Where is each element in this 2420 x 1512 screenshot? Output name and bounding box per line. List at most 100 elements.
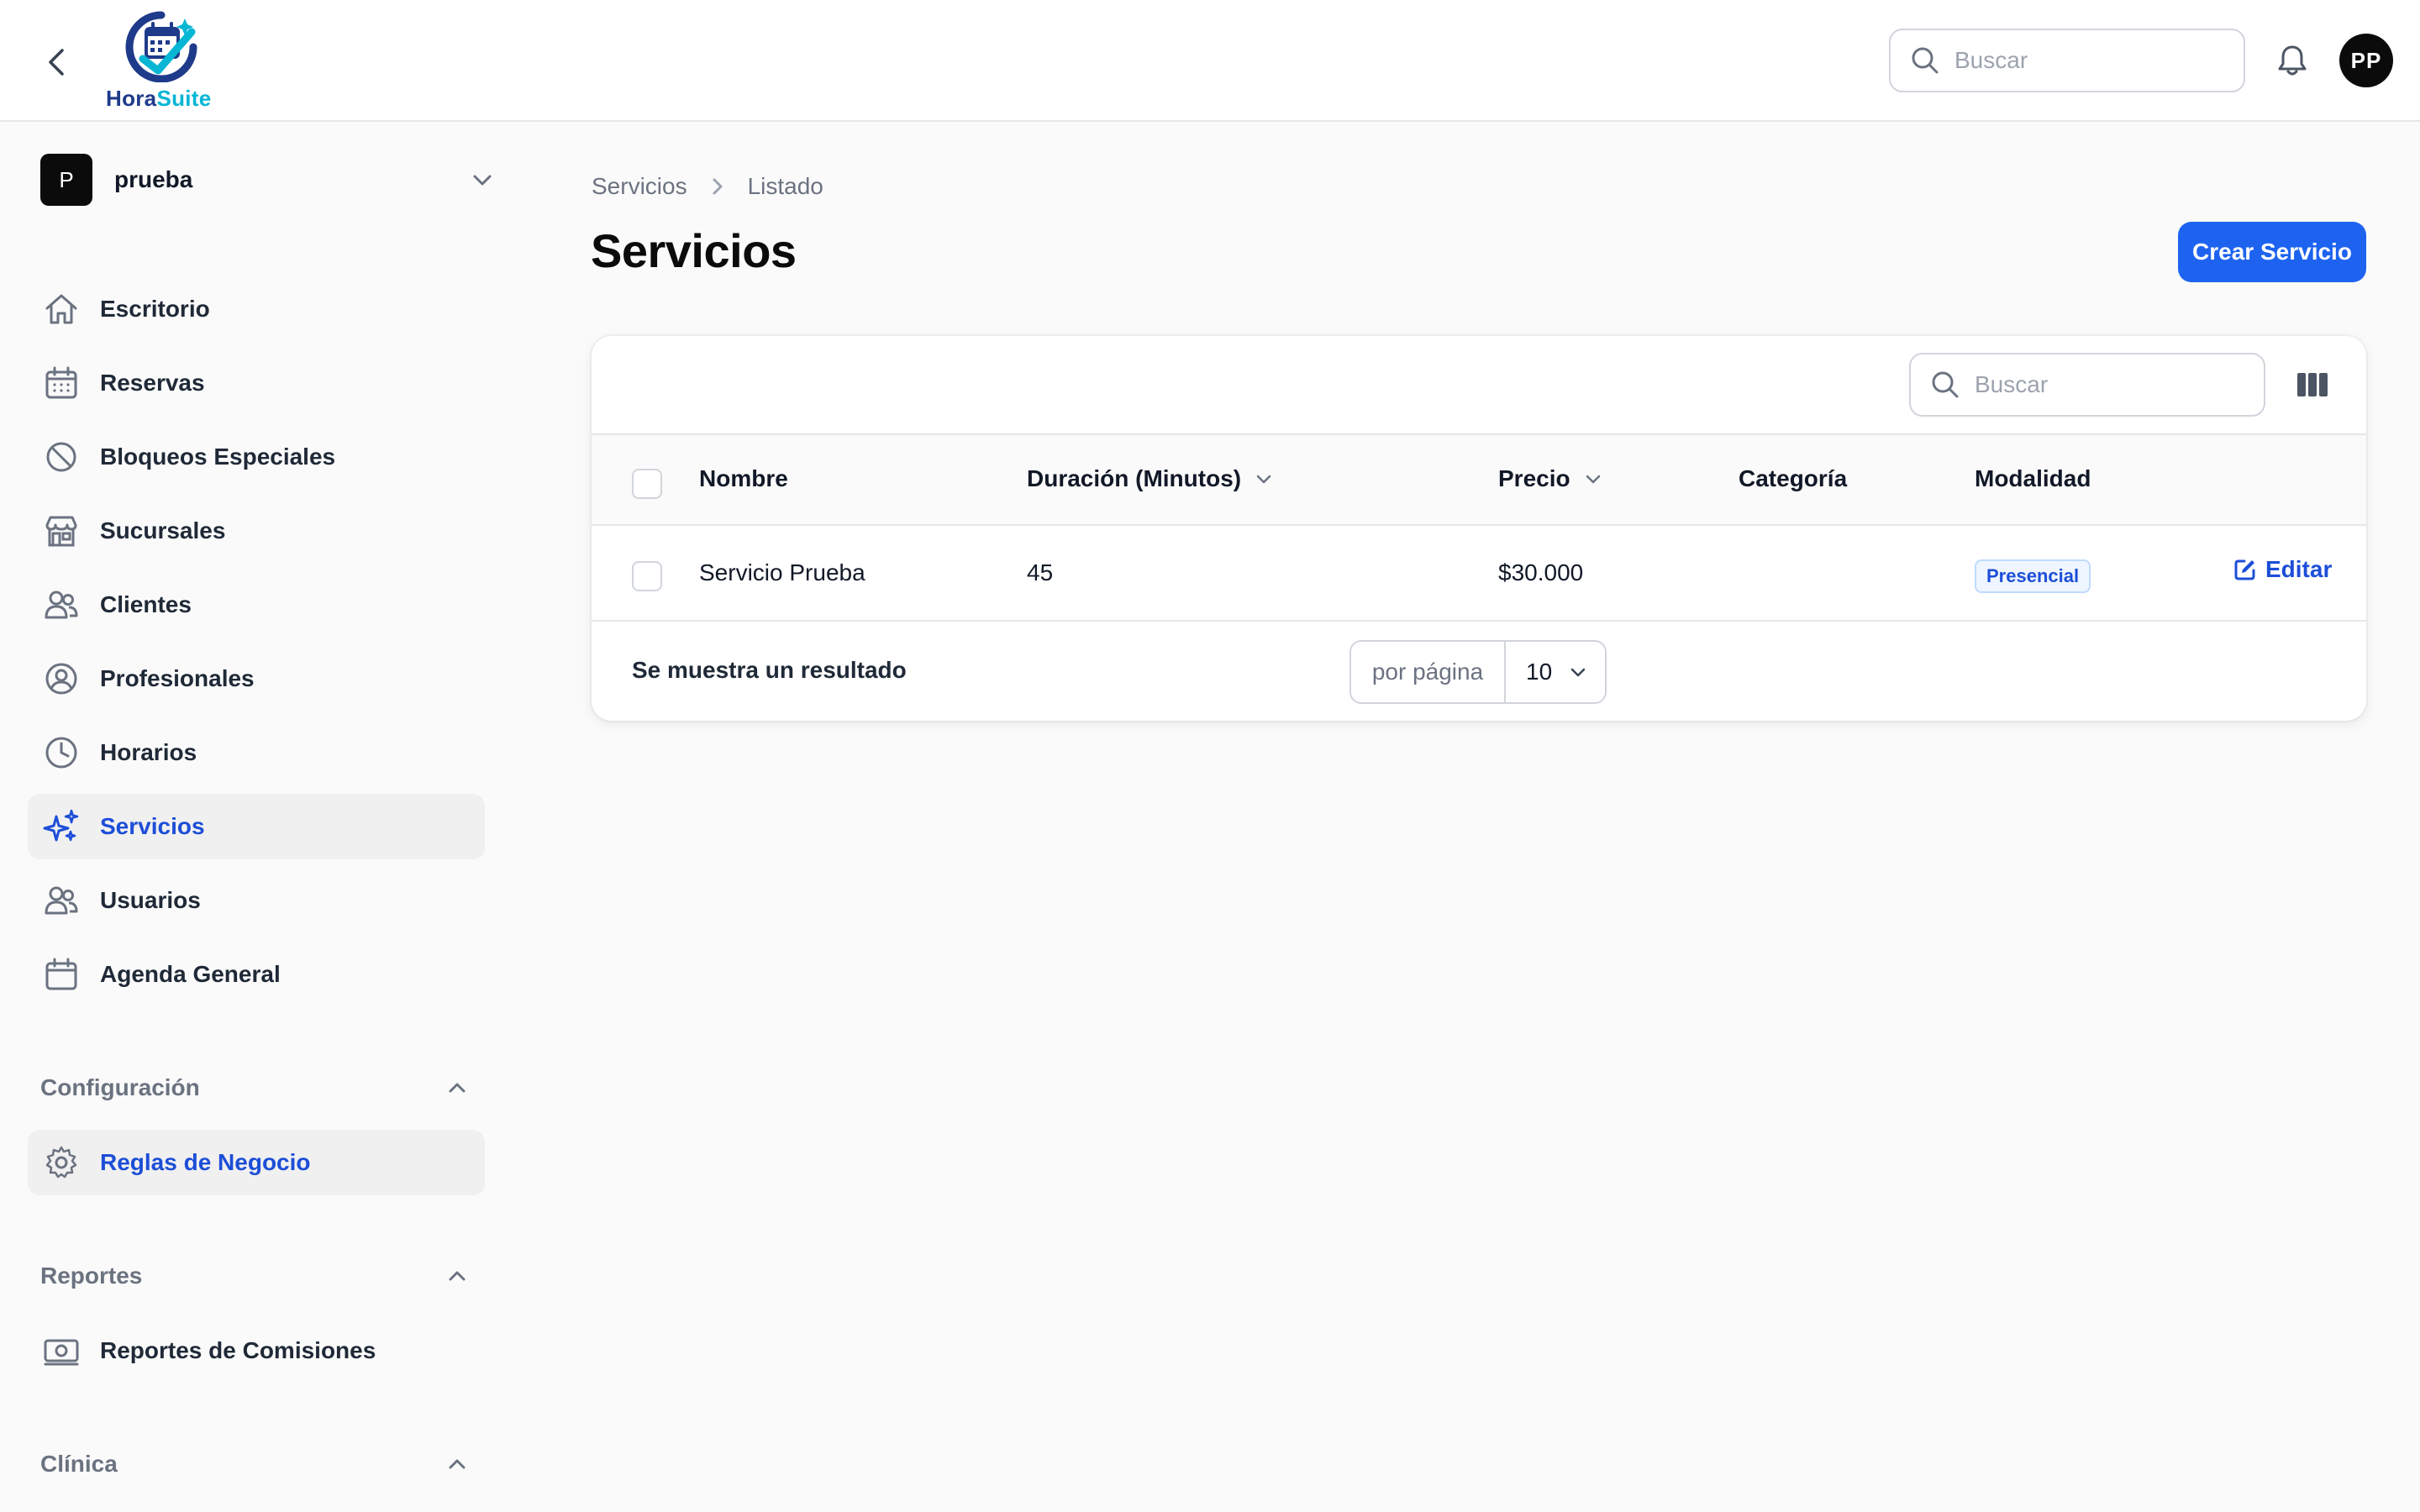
calendar-icon bbox=[45, 958, 77, 990]
row-checkbox[interactable] bbox=[632, 561, 662, 591]
user-avatar[interactable]: PP bbox=[2339, 34, 2393, 87]
group-label: Configuración bbox=[40, 1074, 200, 1100]
sidebar: P prueba Escritorio Reservas Bloqueos Es… bbox=[0, 123, 504, 1512]
group-clinica-toggle[interactable]: Clínica bbox=[40, 1444, 469, 1484]
per-page-select[interactable]: 10 bbox=[1506, 642, 1605, 702]
back-button[interactable] bbox=[37, 42, 77, 82]
cell-nombre: Servicio Prueba bbox=[699, 559, 865, 585]
column-header-duracion[interactable]: Duración (Minutos) bbox=[1027, 465, 1273, 492]
sidebar-item-label: Usuarios bbox=[100, 887, 201, 913]
logo-text: HoraSuite bbox=[106, 86, 212, 111]
breadcrumb-link-servicios[interactable]: Servicios bbox=[592, 173, 687, 200]
sidebar-item-label: Servicios bbox=[100, 813, 205, 839]
cell-precio: $30.000 bbox=[1498, 559, 1584, 585]
logo-mark-icon bbox=[125, 11, 197, 82]
chevron-up-icon bbox=[449, 1083, 466, 1093]
notifications-button[interactable] bbox=[2272, 40, 2312, 81]
clock-icon bbox=[45, 737, 77, 769]
column-header-nombre: Nombre bbox=[699, 465, 788, 491]
sidebar-item-sucursales[interactable]: Sucursales bbox=[28, 498, 485, 564]
result-count-text: Se muestra un resultado bbox=[632, 657, 907, 683]
column-toggle-button[interactable] bbox=[2292, 365, 2333, 405]
sidebar-item-label: Reglas de Negocio bbox=[100, 1149, 311, 1175]
sidebar-item-escritorio[interactable]: Escritorio bbox=[28, 276, 485, 342]
chevron-down-icon bbox=[1586, 475, 1600, 484]
sidebar-item-bloqueos-especiales[interactable]: Bloqueos Especiales bbox=[28, 424, 485, 490]
breadcrumb: Servicios Listado bbox=[592, 173, 823, 200]
per-page-control: por página 10 bbox=[1349, 640, 1607, 704]
tenant-name: prueba bbox=[114, 166, 193, 192]
edit-button[interactable]: Editar bbox=[2233, 556, 2332, 583]
select-all-checkbox[interactable] bbox=[632, 469, 662, 499]
group-reportes-toggle[interactable]: Reportes bbox=[40, 1256, 469, 1296]
edit-label: Editar bbox=[2265, 556, 2333, 582]
logo[interactable]: HoraSuite bbox=[99, 10, 225, 113]
page-title: Servicios bbox=[591, 224, 797, 277]
table-header: Nombre Duración (Minutos) Precio Categor… bbox=[592, 435, 2366, 526]
column-header-modalidad: Modalidad bbox=[1975, 465, 2091, 491]
view-columns-icon bbox=[2297, 373, 2328, 396]
create-service-button[interactable]: Crear Servicio bbox=[2178, 222, 2366, 282]
users-icon bbox=[45, 591, 78, 619]
chevron-up-icon bbox=[449, 1271, 466, 1281]
sparkles-icon bbox=[43, 809, 79, 842]
pencil-square-icon bbox=[2234, 559, 2255, 580]
per-page-label: por página bbox=[1351, 642, 1506, 702]
sidebar-item-label: Profesionales bbox=[100, 665, 255, 691]
chevron-up-icon bbox=[449, 1459, 466, 1469]
sidebar-item-clientes[interactable]: Clientes bbox=[28, 572, 485, 638]
sidebar-item-label: Reportes de Comisiones bbox=[100, 1337, 376, 1363]
chevron-down-icon bbox=[473, 175, 492, 186]
sidebar-item-servicios[interactable]: Servicios bbox=[28, 794, 485, 859]
table-search-input[interactable] bbox=[1975, 371, 2227, 398]
tenant-badge: P bbox=[40, 154, 92, 206]
user-circle-icon bbox=[45, 663, 77, 695]
storefront-icon bbox=[45, 516, 77, 547]
search-icon bbox=[1932, 371, 1959, 398]
sidebar-item-label: Sucursales bbox=[100, 517, 226, 543]
table-search[interactable] bbox=[1909, 353, 2265, 417]
sidebar-item-label: Bloqueos Especiales bbox=[100, 444, 336, 470]
sidebar-item-reservas[interactable]: Reservas bbox=[28, 350, 485, 416]
search-icon bbox=[1912, 47, 1939, 74]
table-footer: Se muestra un resultado por página 10 bbox=[592, 622, 2366, 721]
cog-icon bbox=[45, 1146, 77, 1179]
chevron-down-icon bbox=[1256, 475, 1271, 484]
per-page-value: 10 bbox=[1526, 659, 1553, 685]
global-search[interactable] bbox=[1889, 29, 2245, 92]
tenant-switcher[interactable]: P prueba bbox=[40, 154, 494, 206]
topbar: HoraSuite PP bbox=[0, 0, 2420, 122]
table-toolbar bbox=[592, 336, 2366, 435]
sidebar-item-label: Reservas bbox=[100, 370, 205, 396]
home-icon bbox=[45, 294, 77, 324]
users-icon bbox=[45, 886, 78, 915]
cash-icon bbox=[44, 1339, 79, 1366]
sidebar-item-label: Escritorio bbox=[100, 296, 210, 322]
sidebar-item-agenda-general[interactable]: Agenda General bbox=[28, 942, 485, 1007]
column-header-precio[interactable]: Precio bbox=[1498, 465, 1602, 492]
chevron-left-icon bbox=[49, 49, 64, 76]
sidebar-item-reglas-de-negocio[interactable]: Reglas de Negocio bbox=[28, 1130, 485, 1195]
global-search-input[interactable] bbox=[1954, 47, 2207, 74]
modalidad-badge: Presencial bbox=[1975, 559, 2091, 593]
table-row[interactable]: Servicio Prueba 45 $30.000 Presencial Ed… bbox=[592, 526, 2366, 622]
services-table-card: Nombre Duración (Minutos) Precio Categor… bbox=[592, 336, 2366, 721]
group-label: Clínica bbox=[40, 1451, 118, 1477]
no-entry-icon bbox=[46, 442, 76, 472]
bell-icon bbox=[2278, 45, 2307, 76]
chevron-down-icon bbox=[1570, 668, 1586, 677]
calendar-grid-icon bbox=[45, 366, 77, 399]
sidebar-item-reportes-de-comisiones[interactable]: Reportes de Comisiones bbox=[28, 1318, 485, 1383]
group-configuracion-toggle[interactable]: Configuración bbox=[40, 1068, 469, 1108]
sidebar-item-horarios[interactable]: Horarios bbox=[28, 720, 485, 785]
column-header-categoria: Categoría bbox=[1739, 465, 1848, 491]
sidebar-item-label: Clientes bbox=[100, 591, 192, 617]
sidebar-item-usuarios[interactable]: Usuarios bbox=[28, 868, 485, 933]
sidebar-item-profesionales[interactable]: Profesionales bbox=[28, 646, 485, 711]
group-label: Reportes bbox=[40, 1263, 143, 1289]
cell-duracion: 45 bbox=[1027, 559, 1054, 585]
sidebar-item-label: Agenda General bbox=[100, 961, 281, 987]
chevron-right-icon bbox=[713, 178, 723, 195]
sidebar-item-label: Horarios bbox=[100, 739, 197, 765]
breadcrumb-current: Listado bbox=[747, 173, 823, 199]
